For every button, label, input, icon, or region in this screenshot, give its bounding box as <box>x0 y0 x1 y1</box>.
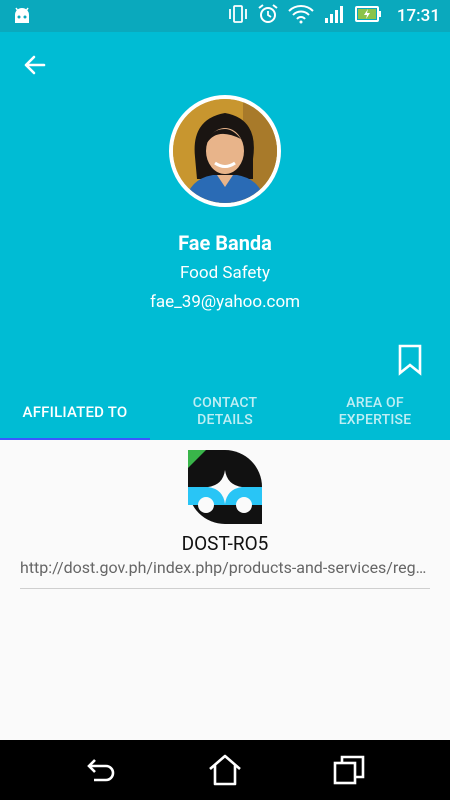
avatar <box>169 95 281 207</box>
nav-home-icon[interactable] <box>207 752 243 788</box>
system-nav-bar <box>0 740 450 800</box>
battery-charging-icon <box>354 4 383 28</box>
tab-label: AFFILIATED TO <box>22 402 128 421</box>
wifi-icon <box>287 4 315 28</box>
status-bar: 17:31 <box>0 0 450 32</box>
tab-contact-details[interactable]: CONTACT DETAILS <box>150 384 300 440</box>
affiliation-card[interactable]: DOST-RO5 http://dost.gov.ph/index.php/pr… <box>20 448 430 589</box>
profile-header: Fae Banda Food Safety fae_39@yahoo.com A… <box>0 32 450 440</box>
nav-recents-icon[interactable] <box>332 752 368 788</box>
profile-department: Food Safety <box>179 263 271 283</box>
profile-name: Fae Banda <box>178 231 272 255</box>
tab-bar: AFFILIATED TO CONTACT DETAILS AREA OF EX… <box>0 384 450 440</box>
dost-logo <box>188 450 262 524</box>
android-icon <box>12 7 32 29</box>
signal-icon <box>323 4 347 28</box>
affiliation-name: DOST-RO5 <box>181 532 269 555</box>
profile-email[interactable]: fae_39@yahoo.com <box>0 292 450 312</box>
affiliation-url[interactable]: http://dost.gov.ph/index.php/products-an… <box>20 558 430 577</box>
tab-label-text: CONTACT DETAILS <box>192 395 258 428</box>
tab-label: CONTACT DETAILS <box>193 395 257 429</box>
alarm-icon <box>257 3 279 29</box>
affiliation-panel: DOST-RO5 http://dost.gov.ph/index.php/pr… <box>0 440 450 740</box>
back-arrow-icon[interactable] <box>20 50 50 80</box>
vibrate-icon <box>227 4 249 28</box>
bookmark-icon[interactable] <box>396 344 424 376</box>
tab-area-of-expertise[interactable]: AREA OF EXPERTISE <box>300 384 450 440</box>
divider <box>20 588 430 589</box>
tab-label-text: AREA OF EXPERTISE <box>338 395 412 428</box>
tab-label: AREA OF EXPERTISE <box>339 395 412 429</box>
tab-affiliated-to[interactable]: AFFILIATED TO <box>0 384 150 440</box>
nav-back-icon[interactable] <box>82 752 118 788</box>
clock: 17:31 <box>396 6 440 26</box>
